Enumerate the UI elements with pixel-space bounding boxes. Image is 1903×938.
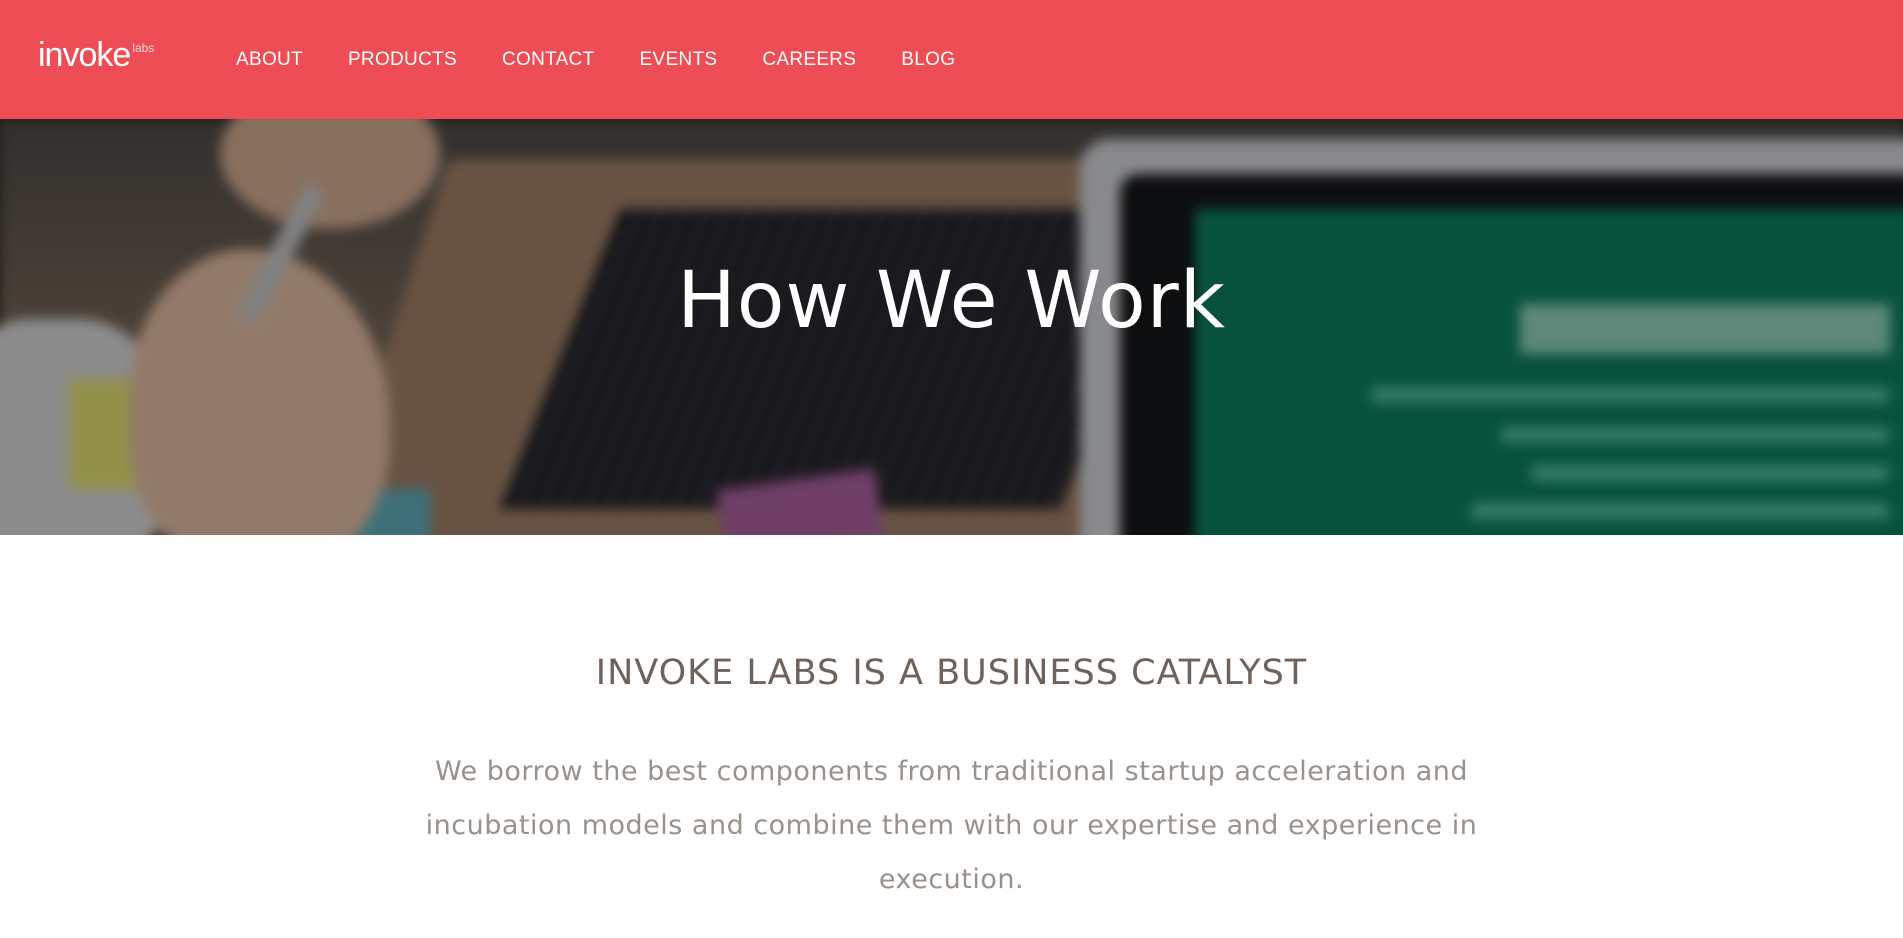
hero-title: How We Work: [677, 256, 1226, 346]
nav-item-about[interactable]: ABOUT: [236, 49, 303, 71]
logo-link[interactable]: invoke labs: [38, 38, 154, 72]
section-heading: INVOKE LABS IS A BUSINESS CATALYST: [595, 653, 1308, 693]
nav-item-events[interactable]: EVENTS: [640, 49, 718, 71]
nav-item-blog[interactable]: BLOG: [901, 49, 955, 71]
nav-item-contact[interactable]: CONTACT: [502, 49, 595, 71]
section-body-text: We borrow the best components from tradi…: [425, 756, 1478, 895]
logo-superscript: labs: [132, 41, 155, 55]
intro-section: INVOKE LABS IS A BUSINESS CATALYST We bo…: [0, 535, 1903, 938]
main-nav: ABOUT PRODUCTS CONTACT EVENTS CAREERS BL…: [236, 0, 1000, 119]
site-header: invoke labs ABOUT PRODUCTS CONTACT EVENT…: [0, 0, 1903, 119]
nav-item-careers[interactable]: CAREERS: [762, 49, 856, 71]
nav-item-products[interactable]: PRODUCTS: [348, 49, 457, 71]
hero-banner: How We Work: [0, 119, 1903, 535]
logo-wordmark: invoke: [38, 36, 131, 74]
